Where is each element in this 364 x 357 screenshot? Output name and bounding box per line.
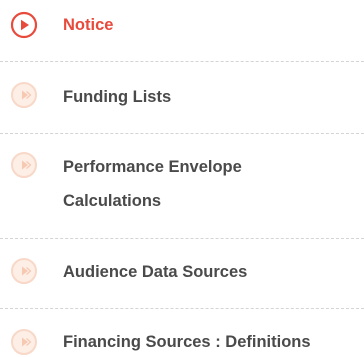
menu-item-label: Financing Sources : Definitions — [63, 333, 311, 351]
menu-item-notice[interactable]: Notice — [0, 0, 364, 50]
play-circle-icon — [10, 11, 38, 39]
play-circle-icon — [10, 151, 38, 179]
menu-item-label: Notice — [63, 16, 114, 34]
notice-menu: Notice Funding Lists Performance Envelop… — [0, 0, 364, 357]
play-circle-icon — [10, 328, 38, 356]
menu-item-label-line-1: Performance Envelope — [63, 158, 242, 176]
play-circle-icon — [10, 81, 38, 109]
menu-item-label: Funding Lists — [63, 88, 172, 106]
menu-item-financing-sources-definitions[interactable]: Financing Sources : Definitions — [0, 309, 364, 357]
menu-item-audience-data-sources[interactable]: Audience Data Sources — [0, 239, 364, 307]
menu-item-funding-lists[interactable]: Funding Lists — [0, 62, 364, 132]
menu-item-label-line-2: Calculations — [63, 192, 162, 210]
menu-item-performance-envelope-calculations[interactable]: Performance Envelope Calculations — [0, 134, 364, 237]
menu-item-label: Audience Data Sources — [63, 263, 248, 281]
play-circle-icon — [10, 257, 38, 285]
